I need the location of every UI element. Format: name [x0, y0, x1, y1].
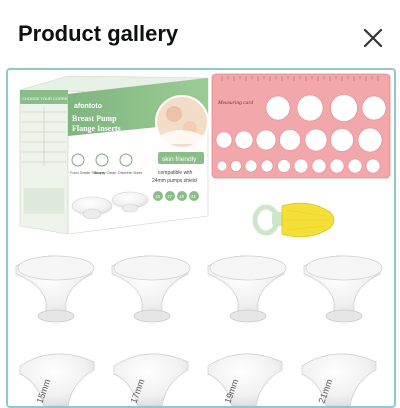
size-dot-15: 15 — [155, 194, 161, 199]
insert-4 — [303, 255, 383, 323]
size-dot-17: 17 — [167, 194, 173, 199]
box-brand: afontoto — [74, 103, 102, 110]
size-dot-19: 19 — [179, 194, 185, 199]
insert-21mm: 21mm — [301, 353, 377, 406]
gallery-image-frame[interactable]: CHOOSE YOUR CORRECT SIZE afontoto Breast… — [6, 68, 396, 408]
product-box: CHOOSE YOUR CORRECT SIZE afontoto Breast… — [19, 75, 209, 235]
gallery-header: Product gallery — [0, 0, 400, 70]
product-image: CHOOSE YOUR CORRECT SIZE afontoto Breast… — [15, 73, 391, 406]
skin-friendly-text: skin friendly — [162, 156, 197, 163]
cleaning-brush — [252, 202, 335, 238]
measuring-card-label: Measuring card — [217, 100, 253, 106]
insert-1 — [15, 255, 95, 323]
close-icon — [363, 28, 383, 48]
insert-19mm: 19mm — [207, 353, 283, 406]
compat-line1: compatible with — [158, 170, 193, 176]
insert-row-bottom: 15mm 17mm 19mm 21mm — [19, 353, 377, 406]
compat-line2: 24mm pumps shield — [152, 178, 197, 184]
insert-2 — [111, 255, 191, 323]
measuring-card: Measuring card — [211, 73, 391, 179]
close-button[interactable] — [358, 24, 390, 54]
insert-15mm: 15mm — [19, 353, 95, 406]
insert-3 — [207, 255, 287, 323]
box-title-line2: Flange Inserts — [72, 124, 121, 133]
feature-sizes: Discrete Sizes — [118, 171, 142, 175]
size-dot-21: 21 — [191, 194, 197, 199]
page-title: Product gallery — [18, 21, 179, 46]
feature-clean: Simply Clean — [94, 171, 116, 175]
insert-row-top — [15, 255, 383, 323]
insert-17mm: 17mm — [113, 353, 189, 406]
box-title-line1: Breast Pump — [72, 114, 117, 123]
